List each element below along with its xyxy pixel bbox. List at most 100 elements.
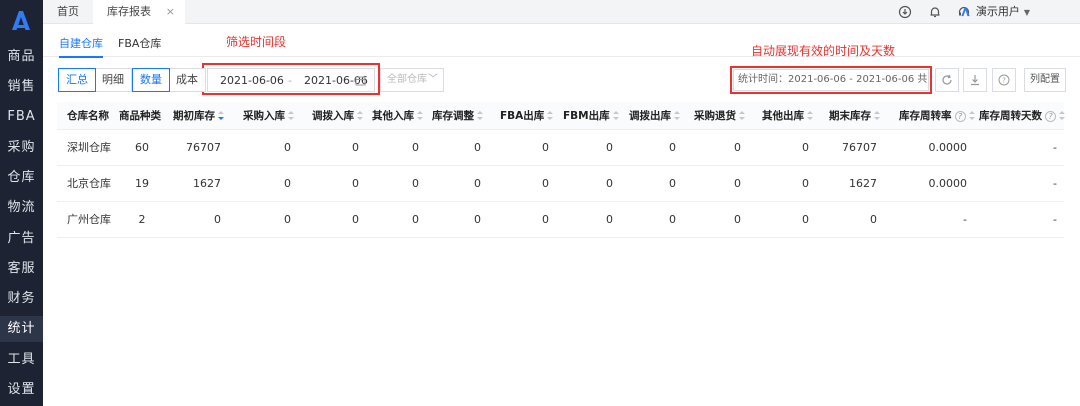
sidebar-item-sales[interactable]: 销售 xyxy=(0,74,43,100)
sort-icon[interactable] xyxy=(739,111,745,121)
sort-icon[interactable] xyxy=(547,111,554,121)
sidebar-item-tools[interactable]: 工具 xyxy=(0,347,43,373)
col-other-in[interactable]: 其他入库 xyxy=(372,102,423,130)
col-other-out[interactable]: 其他出库 xyxy=(762,102,813,130)
col-purchase-return[interactable]: 采购退货 xyxy=(694,102,745,130)
col-opening-stock[interactable]: 期初库存 xyxy=(173,102,224,130)
sidebar: 商品 销售 FBA 采购 仓库 物流 广告 客服 财务 统计 工具 设置 xyxy=(0,0,43,406)
cell-value: 0 xyxy=(802,213,809,226)
date-start[interactable]: 2021-06-06 xyxy=(220,74,284,87)
cell-value: 0 xyxy=(474,141,481,154)
col-turnover-rate[interactable]: 库存周转率? xyxy=(899,102,975,130)
col-warehouse-name: 仓库名称 xyxy=(67,110,109,122)
col-product-types: 商品种类 xyxy=(119,110,161,122)
warehouse-tabs: 自建仓库 FBA仓库 xyxy=(43,24,1080,58)
sidebar-item-purchase[interactable]: 采购 xyxy=(0,135,43,161)
cell-value: 0 xyxy=(802,177,809,190)
sort-icon[interactable] xyxy=(417,111,423,121)
warehouse-select-placeholder: 全部仓库 xyxy=(387,74,427,85)
mode-summary-button[interactable]: 汇总 xyxy=(58,68,96,92)
sidebar-item-logistics[interactable]: 物流 xyxy=(0,195,43,221)
cell-value: 0 xyxy=(284,141,291,154)
cell-value: 0 xyxy=(734,213,741,226)
cell-value: 0 xyxy=(412,213,419,226)
mode-toggle: 汇总 明细 xyxy=(58,68,132,92)
sidebar-item-settings[interactable]: 设置 xyxy=(0,377,43,403)
sidebar-item-customer-service[interactable]: 客服 xyxy=(0,256,43,282)
download-circle-icon[interactable] xyxy=(898,5,912,19)
cell-value: 76707 xyxy=(842,141,877,154)
col-fbm-out[interactable]: FBM出库 xyxy=(563,102,619,130)
cell-value: 0 xyxy=(474,177,481,190)
cell-value: 0 xyxy=(352,141,359,154)
cell-value: 0 xyxy=(802,141,809,154)
cell-value: 0 xyxy=(542,141,549,154)
sort-desc-icon[interactable] xyxy=(218,111,224,121)
sidebar-item-finance[interactable]: 财务 xyxy=(0,286,43,312)
sidebar-item-statistics[interactable]: 统计 xyxy=(0,316,43,342)
cell-value: 0 xyxy=(412,177,419,190)
refresh-button[interactable] xyxy=(935,68,959,92)
question-icon[interactable]: ? xyxy=(954,110,966,122)
cell-warehouse: 深圳仓库 xyxy=(67,141,111,154)
cell-value: - xyxy=(1053,213,1057,226)
annotation-auto-period: 自动展现有效的时间及天数 xyxy=(751,44,896,58)
metric-toggle: 数量 成本 xyxy=(132,68,206,92)
sort-icon[interactable] xyxy=(477,111,483,121)
question-icon[interactable]: ? xyxy=(1045,110,1056,122)
refresh-icon xyxy=(942,74,952,85)
tab-home[interactable]: 首页 xyxy=(57,0,79,24)
col-turnover-days[interactable]: 库存周转天数? xyxy=(979,102,1065,130)
cell-value: - xyxy=(1053,177,1057,190)
table-row: 深圳仓库 60 76707 0 0 0 0 0 0 0 0 0 76707 0.… xyxy=(57,130,1064,166)
question-icon: ? xyxy=(998,74,1010,86)
sort-icon[interactable] xyxy=(1059,111,1065,121)
col-transfer-in[interactable]: 调拨入库 xyxy=(312,102,363,130)
help-button[interactable]: ? xyxy=(992,68,1016,92)
close-icon[interactable]: × xyxy=(166,0,175,24)
sort-icon[interactable] xyxy=(807,111,813,121)
cell-value: 0 xyxy=(669,177,676,190)
tab-own-warehouse[interactable]: 自建仓库 xyxy=(59,35,103,58)
sort-icon[interactable] xyxy=(968,111,975,121)
cell-value: 0 xyxy=(734,177,741,190)
app-logo-icon[interactable] xyxy=(9,8,33,32)
top-bar: 首页 库存报表 × 演示用户 ▼ xyxy=(43,0,1080,24)
sidebar-item-ads[interactable]: 广告 xyxy=(0,226,43,252)
sort-icon[interactable] xyxy=(288,111,294,121)
metric-quantity-button[interactable]: 数量 xyxy=(132,68,170,92)
cell-value: 0 xyxy=(870,213,877,226)
cell-value: 0 xyxy=(352,213,359,226)
col-purchase-in[interactable]: 采购入库 xyxy=(243,102,294,130)
user-name: 演示用户 xyxy=(975,5,1020,18)
sort-icon[interactable] xyxy=(674,111,680,121)
column-config-button[interactable]: 列配置 xyxy=(1024,68,1066,92)
cell-value: 76707 xyxy=(186,141,221,154)
chevron-down-icon: ﹀ xyxy=(428,74,438,85)
warehouse-select[interactable]: 全部仓库 ﹀ xyxy=(380,68,444,92)
user-menu[interactable]: 演示用户 ▼ xyxy=(961,0,1030,24)
sidebar-item-fba[interactable]: FBA xyxy=(0,104,43,130)
metric-cost-button[interactable]: 成本 xyxy=(169,69,205,91)
sort-icon[interactable] xyxy=(874,111,880,121)
col-fba-out[interactable]: FBA出库 xyxy=(500,102,554,130)
tab-inventory-report[interactable]: 库存报表 × xyxy=(93,0,185,24)
cell-value: 1627 xyxy=(849,177,877,190)
col-stock-adjust[interactable]: 库存调整 xyxy=(432,102,483,130)
cell-value: 60 xyxy=(135,141,149,154)
date-range-picker[interactable]: 2021-06-06 - 2021-06-06 xyxy=(207,68,375,92)
col-closing-stock[interactable]: 期末库存 xyxy=(829,102,880,130)
sidebar-item-products[interactable]: 商品 xyxy=(0,44,43,70)
export-button[interactable] xyxy=(963,68,987,92)
cell-value: 0 xyxy=(474,213,481,226)
bell-icon[interactable] xyxy=(928,5,942,19)
sidebar-item-warehouse[interactable]: 仓库 xyxy=(0,165,43,191)
tab-fba-warehouse[interactable]: FBA仓库 xyxy=(118,35,161,51)
sort-icon[interactable] xyxy=(357,111,363,121)
cell-value: 1627 xyxy=(193,177,221,190)
mode-detail-button[interactable]: 明细 xyxy=(95,69,131,91)
col-transfer-out[interactable]: 调拨出库 xyxy=(629,102,680,130)
cell-value: 0 xyxy=(542,177,549,190)
sort-icon[interactable] xyxy=(612,111,619,121)
cell-value: - xyxy=(963,213,967,226)
